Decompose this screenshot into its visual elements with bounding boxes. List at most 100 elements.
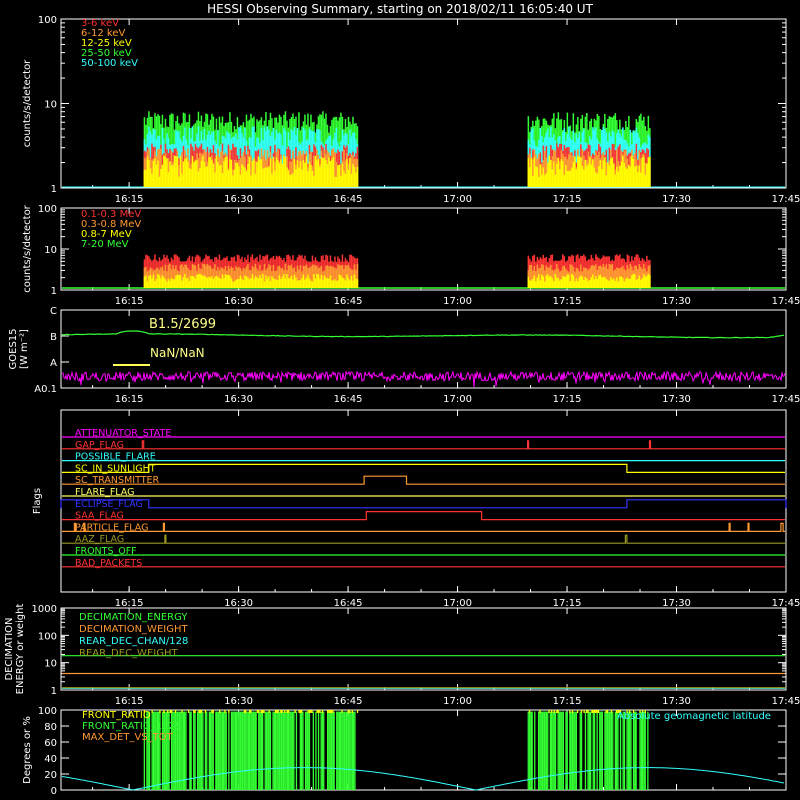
ratio-bar xyxy=(243,711,246,790)
ratio-bar xyxy=(288,711,290,790)
front-ratio-mark xyxy=(187,710,190,713)
front-ratio-mark xyxy=(151,710,153,713)
count-bar xyxy=(152,274,155,288)
ratio-bar xyxy=(320,711,322,790)
count-bar xyxy=(611,157,614,187)
count-bar xyxy=(184,159,186,187)
legend-entry: REAR_DEC_WEIGHT xyxy=(79,648,178,659)
count-bar xyxy=(577,155,579,187)
count-bar xyxy=(317,274,320,288)
ratio-bar xyxy=(198,711,200,790)
count-bar xyxy=(275,279,278,288)
count-bar xyxy=(544,175,546,187)
front-ratio-mark xyxy=(595,710,597,713)
y-tick-label: 1000 xyxy=(32,604,57,615)
count-bar xyxy=(286,274,288,288)
count-bar xyxy=(545,173,548,187)
ratio-bar xyxy=(185,711,187,790)
count-bar xyxy=(217,276,219,288)
count-bar xyxy=(596,173,599,187)
y-axis-label: DECIMATION xyxy=(4,617,15,680)
count-bar xyxy=(217,161,219,187)
ratio-bar xyxy=(216,711,218,790)
x-tick-label: 16:30 xyxy=(224,394,253,405)
front-ratio-mark xyxy=(167,710,169,713)
x-tick-label: 17:15 xyxy=(553,194,582,205)
front-ratio-mark xyxy=(280,710,282,713)
count-bar xyxy=(238,279,240,288)
x-tick-label: 17:15 xyxy=(553,598,582,609)
y-axis-label: Degrees or % xyxy=(22,716,33,784)
count-bar xyxy=(572,275,575,288)
count-bar xyxy=(647,157,650,187)
ratio-bar xyxy=(544,711,546,790)
count-bar xyxy=(221,274,224,288)
ratio-bar xyxy=(329,711,331,790)
ratio-bar xyxy=(251,711,253,790)
front-ratio-mark xyxy=(199,710,201,713)
count-bar xyxy=(613,163,615,187)
count-bar xyxy=(617,171,620,187)
count-bar xyxy=(647,273,650,288)
count-bar xyxy=(608,280,611,288)
front-ratio-mark xyxy=(332,710,334,713)
count-bar xyxy=(646,275,648,288)
y-tick-label: 80 xyxy=(44,722,57,733)
ratio-bar xyxy=(579,711,581,790)
count-bar xyxy=(344,280,347,288)
y-tick-label: A0.1 xyxy=(34,384,57,395)
count-bar xyxy=(305,156,308,187)
ratio-bar xyxy=(608,711,610,790)
count-bar xyxy=(337,280,339,288)
x-tick-label: 17:45 xyxy=(772,598,800,609)
count-bar xyxy=(328,278,330,288)
count-bar xyxy=(586,165,588,187)
count-bar xyxy=(610,277,612,288)
count-bar xyxy=(583,280,585,288)
front-ratio-mark xyxy=(592,710,594,713)
count-bar xyxy=(598,275,600,288)
count-bar xyxy=(193,276,195,288)
count-bar xyxy=(212,164,215,187)
front-ratio-mark xyxy=(328,710,330,713)
count-bar xyxy=(320,275,323,288)
count-bar xyxy=(170,165,173,187)
count-bar xyxy=(284,157,287,187)
x-tick-label: 17:30 xyxy=(662,194,691,205)
legend-entry: REAR_DEC_CHAN/128 xyxy=(79,636,188,647)
count-bar xyxy=(145,170,147,187)
ratio-bar xyxy=(236,711,238,790)
count-bar xyxy=(328,157,330,187)
front-ratio-mark xyxy=(258,710,260,713)
count-bar xyxy=(616,166,618,187)
count-bar xyxy=(580,275,582,288)
count-bar xyxy=(278,163,281,187)
count-bar xyxy=(151,278,153,288)
count-bar xyxy=(257,156,260,187)
front-ratio-mark xyxy=(347,710,350,713)
ratio-bar xyxy=(571,711,574,790)
count-bar xyxy=(292,173,294,187)
count-bar xyxy=(230,159,233,187)
y-tick-label: 1 xyxy=(51,686,57,697)
ratio-bar xyxy=(343,711,346,790)
ratio-bar xyxy=(610,711,613,790)
count-bar xyxy=(202,275,204,288)
count-bar xyxy=(643,156,645,187)
count-bar xyxy=(331,159,333,187)
count-bar xyxy=(227,170,230,187)
count-bar xyxy=(215,275,218,288)
count-bar xyxy=(206,277,209,288)
y-tick-label: 100 xyxy=(38,15,57,26)
count-bar xyxy=(604,276,606,288)
observing-interval-bars xyxy=(527,112,651,187)
front-ratio-mark xyxy=(212,710,214,713)
x-tick-label: 17:00 xyxy=(443,394,472,405)
ratio-bar xyxy=(346,711,348,790)
ratio-bar xyxy=(265,711,268,790)
count-bar xyxy=(247,164,249,187)
y-axis-label: GOES15 xyxy=(8,328,19,369)
count-bar xyxy=(344,173,347,187)
count-bar xyxy=(581,166,584,187)
front-ratio-mark xyxy=(329,710,331,713)
